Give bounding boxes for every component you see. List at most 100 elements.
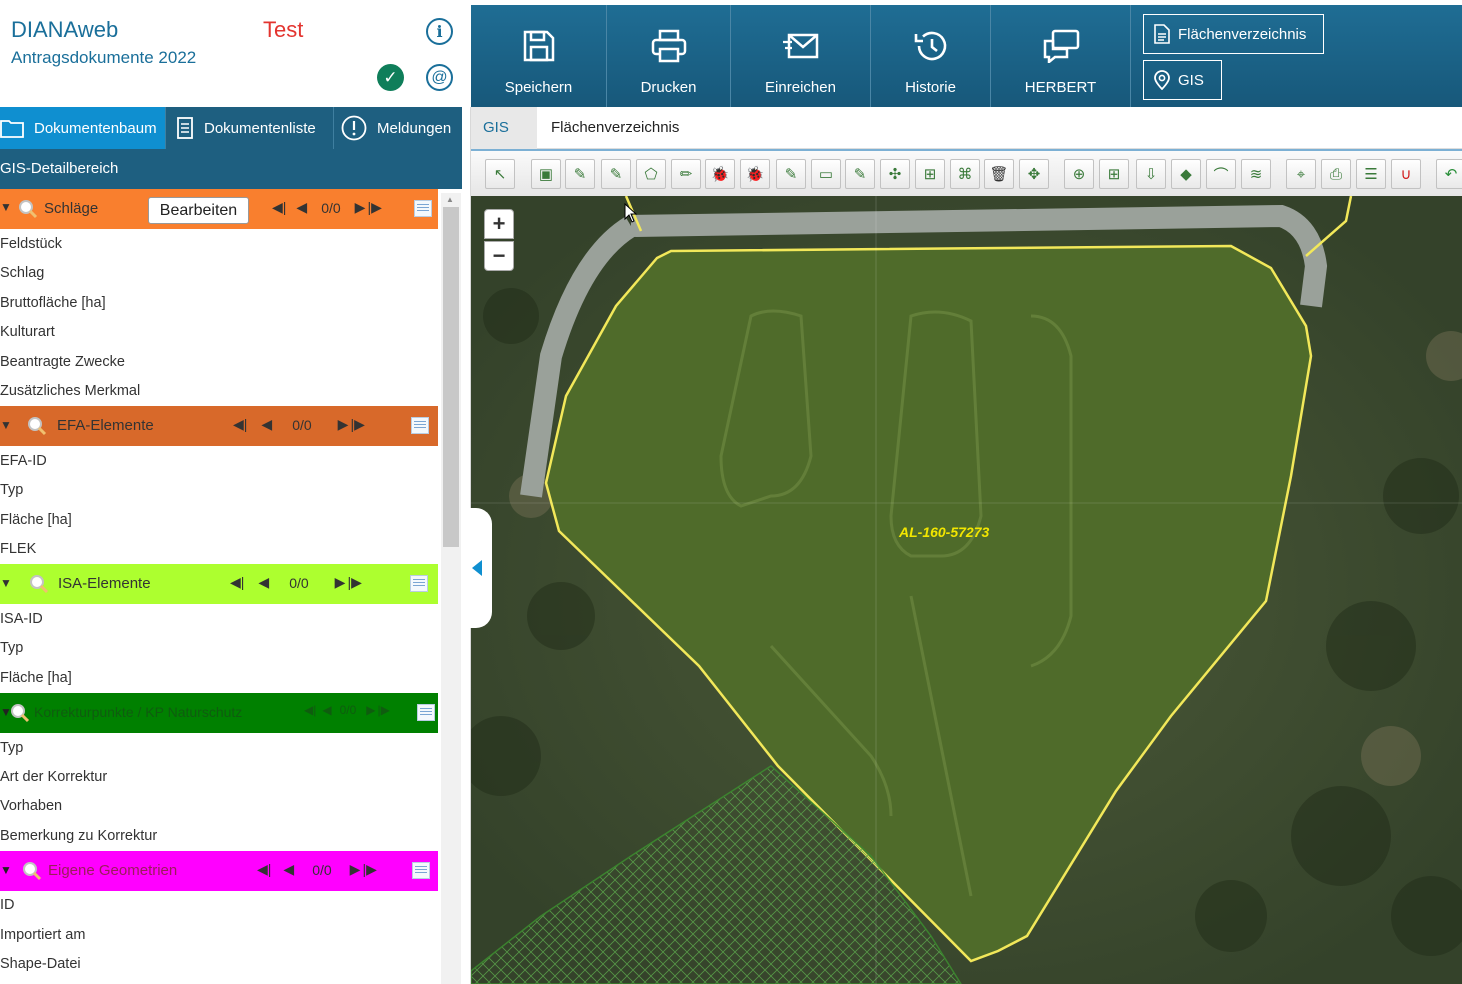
edit-button[interactable]: Bearbeiten: [148, 197, 249, 224]
herbert-button[interactable]: HERBERT: [991, 5, 1131, 107]
edit-pencil-icon[interactable]: ✎: [565, 159, 595, 189]
trash-icon[interactable]: 🗑: [984, 159, 1014, 189]
layer-line-icon[interactable]: ≋: [1241, 159, 1271, 189]
tab-flaechenverzeichnis[interactable]: Flächenverzeichnis: [539, 107, 691, 149]
prev-record-icon[interactable]: ◀: [261, 416, 272, 433]
search-icon[interactable]: [22, 861, 42, 881]
group-title: ISA-Elemente: [58, 575, 151, 592]
collapse-caret-icon[interactable]: ▼: [0, 863, 12, 877]
split-icon[interactable]: ✣: [880, 159, 910, 189]
search-icon[interactable]: [29, 574, 49, 594]
select-arrow-icon[interactable]: ↖: [485, 159, 515, 189]
search-icon[interactable]: [18, 199, 38, 219]
search-layer-icon[interactable]: ⊕: [1064, 159, 1094, 189]
table-icon[interactable]: [410, 575, 428, 592]
next-record-icon[interactable]: ▶: [335, 574, 346, 591]
print-icon[interactable]: ⎙: [1321, 159, 1351, 189]
scroll-thumb[interactable]: [443, 207, 459, 547]
first-record-icon[interactable]: ◀|: [233, 416, 247, 433]
group-header-efa-elemente[interactable]: ▼ EFA-Elemente ◀| ◀ 0/0 ▶ |▶: [0, 406, 438, 446]
collapse-caret-icon[interactable]: ▼: [0, 418, 12, 432]
table-icon[interactable]: [417, 704, 435, 721]
zoom-in-button[interactable]: +: [484, 209, 514, 239]
tab-gis[interactable]: GIS: [471, 107, 537, 149]
merge-icon[interactable]: ⊞: [915, 159, 945, 189]
at-icon[interactable]: @: [426, 64, 453, 91]
tab-dokumentenliste[interactable]: Dokumentenliste: [166, 107, 334, 149]
pencil-yellow-icon[interactable]: ✎: [776, 159, 806, 189]
flaechenverzeichnis-button[interactable]: Flächenverzeichnis: [1143, 14, 1324, 54]
add-polygon-icon[interactable]: ▣: [531, 159, 561, 189]
layer-down-icon[interactable]: ⇩: [1136, 159, 1166, 189]
check-icon[interactable]: ✓: [377, 64, 404, 91]
record-counter: 0/0: [289, 574, 309, 591]
bug-icon[interactable]: 🐞: [705, 159, 735, 189]
group-header-schlaege[interactable]: ▼ Schläge Bearbeiten ◀| ◀ 0/0 ▶ |▶: [0, 189, 438, 229]
flaechenverzeichnis-label: Flächenverzeichnis: [1178, 25, 1307, 43]
next-record-icon[interactable]: ▶: [338, 416, 349, 433]
pencil-icon[interactable]: ✏: [671, 159, 701, 189]
table-icon[interactable]: [412, 862, 430, 879]
bug-orange-icon[interactable]: 🐞: [740, 159, 770, 189]
prev-record-icon[interactable]: ◀: [322, 703, 331, 717]
print-icon: [651, 29, 686, 63]
app-header: DIANAweb Antragsdokumente 2022 Test i ✓ …: [0, 0, 471, 107]
print-label: Drucken: [640, 79, 697, 96]
last-record-icon[interactable]: |▶: [350, 416, 364, 433]
undo-icon[interactable]: ↶: [1436, 159, 1462, 189]
prev-record-icon[interactable]: ◀: [296, 199, 307, 216]
tab-dokumentenbaum[interactable]: Dokumentenbaum: [0, 107, 166, 149]
first-record-icon[interactable]: ◀|: [304, 703, 316, 717]
pencil-green-icon[interactable]: ✎: [845, 159, 875, 189]
field-label: Schlag: [0, 265, 45, 281]
last-record-icon[interactable]: |▶: [367, 199, 381, 216]
last-record-icon[interactable]: |▶: [362, 861, 376, 878]
move-icon[interactable]: ✥: [1019, 159, 1049, 189]
save-button[interactable]: Speichern: [471, 5, 607, 107]
next-record-icon[interactable]: ▶: [350, 861, 361, 878]
gis-button[interactable]: GIS: [1143, 60, 1222, 100]
node-icon[interactable]: ⌘: [950, 159, 980, 189]
note-icon[interactable]: ▭: [811, 159, 841, 189]
table-icon[interactable]: [414, 200, 432, 217]
measure-icon[interactable]: ⌒: [1206, 159, 1236, 189]
polygon-icon[interactable]: ⬠: [636, 159, 666, 189]
info-icon[interactable]: i: [426, 18, 453, 45]
first-record-icon[interactable]: ◀|: [257, 861, 271, 878]
tab-meldungen[interactable]: Meldungen: [334, 107, 462, 149]
layer-add-icon[interactable]: ⊞: [1099, 159, 1129, 189]
magnet-icon[interactable]: ∪: [1391, 159, 1421, 189]
zoom-out-button[interactable]: −: [484, 241, 514, 271]
table-icon[interactable]: [411, 417, 429, 434]
record-navigation: ◀| ◀ 0/0 ▶ |▶: [230, 574, 362, 591]
group-header-korrekturpunkte[interactable]: ▼ Korrekturpunkte / KP Naturschutz ◀| ◀ …: [0, 693, 438, 733]
prev-record-icon[interactable]: ◀: [258, 574, 269, 591]
field-label: Fläche [ha]: [0, 670, 72, 686]
next-record-icon[interactable]: ▶: [355, 199, 366, 216]
layer-stack-icon[interactable]: ◆: [1171, 159, 1201, 189]
collapse-panel-handle[interactable]: [462, 508, 492, 628]
collapse-caret-icon[interactable]: ▼: [0, 576, 12, 590]
search-icon[interactable]: [10, 703, 30, 723]
herbert-label: HERBERT: [1024, 79, 1097, 96]
collapse-caret-icon[interactable]: ▼: [0, 200, 12, 214]
last-record-icon[interactable]: |▶: [378, 703, 390, 717]
field-label: ISA-ID: [0, 611, 43, 627]
detail-scrollbar[interactable]: ▲: [441, 193, 461, 984]
scroll-up-icon[interactable]: ▲: [446, 195, 454, 204]
search-icon[interactable]: [27, 416, 47, 436]
map-view[interactable]: + − AL-160-57273: [471, 196, 1462, 984]
last-record-icon[interactable]: |▶: [347, 574, 361, 591]
group-header-isa-elemente[interactable]: ▼ ISA-Elemente ◀| ◀ 0/0 ▶ |▶: [0, 564, 438, 604]
list-icon[interactable]: ☰: [1356, 159, 1386, 189]
next-record-icon[interactable]: ▶: [366, 703, 375, 717]
first-record-icon[interactable]: ◀|: [230, 574, 244, 591]
group-header-eigene-geometrien[interactable]: ▼ Eigene Geometrien ◀| ◀ 0/0 ▶ |▶: [0, 851, 438, 891]
history-button[interactable]: Historie: [871, 5, 991, 107]
print-button[interactable]: Drucken: [607, 5, 731, 107]
submit-button[interactable]: Einreichen: [731, 5, 871, 107]
first-record-icon[interactable]: ◀|: [272, 199, 286, 216]
pin-add-icon[interactable]: ⌖: [1286, 159, 1316, 189]
prev-record-icon[interactable]: ◀: [283, 861, 294, 878]
edit-pencil-blue-icon[interactable]: ✎: [601, 159, 631, 189]
